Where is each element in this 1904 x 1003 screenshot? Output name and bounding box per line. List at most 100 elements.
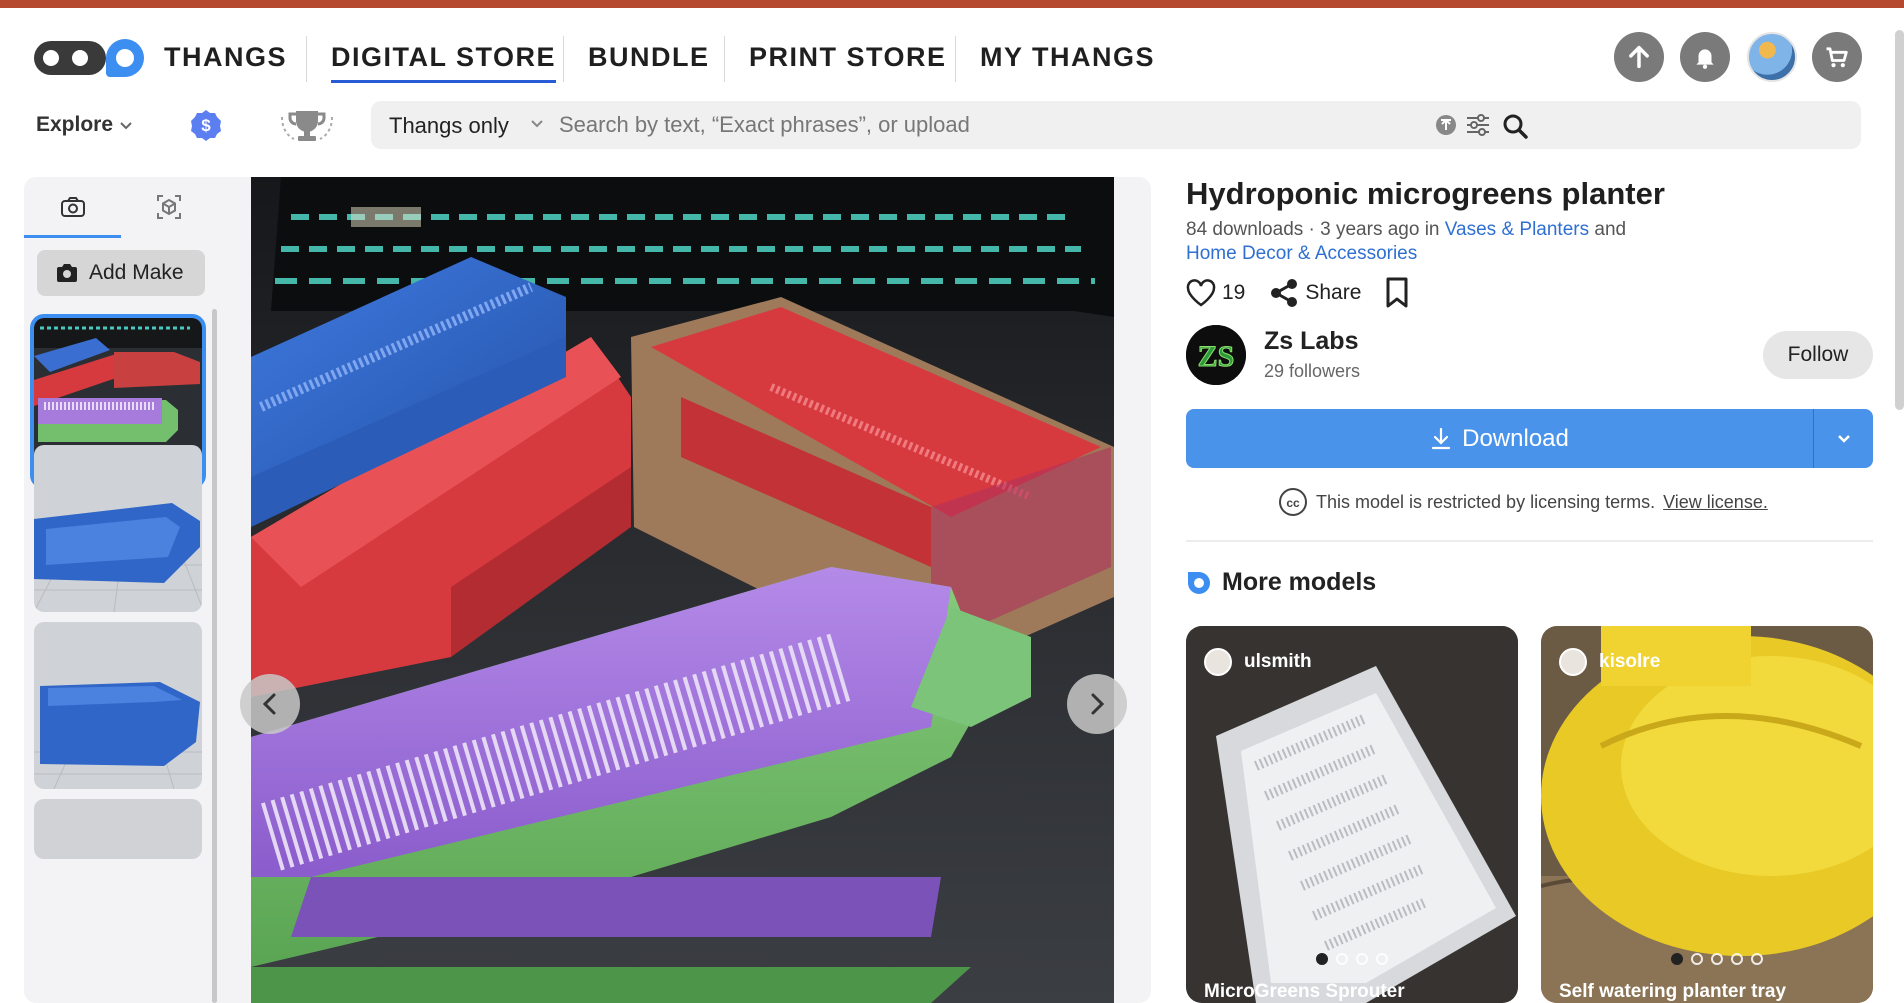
download-options-button[interactable] xyxy=(1813,409,1873,468)
model-card-1[interactable]: ulsmith MicroGreens Sprouter xyxy=(1186,626,1518,1003)
filter-sliders-icon[interactable] xyxy=(1465,113,1491,137)
creative-commons-icon: cc xyxy=(1279,488,1307,516)
model-title: Hydroponic microgreens planter xyxy=(1186,176,1665,211)
svg-text:$: $ xyxy=(201,116,211,135)
chevron-down-icon[interactable] xyxy=(529,115,545,131)
license-text: This model is restricted by licensing te… xyxy=(1316,491,1656,512)
dollar-coin-icon[interactable]: $ xyxy=(190,109,222,141)
download-icon xyxy=(1432,427,1451,449)
license-notice: cc This model is restricted by licensing… xyxy=(1278,487,1768,517)
model-actions: 19 Share xyxy=(1186,276,1433,310)
card-carousel-dots xyxy=(1671,953,1763,965)
thumbnail-scrollbar[interactable] xyxy=(212,309,217,1003)
thangs-mark-icon xyxy=(1188,571,1210,594)
card-image-sprouter xyxy=(1186,626,1518,1003)
upload-button[interactable] xyxy=(1614,32,1664,82)
add-make-button[interactable]: Add Make xyxy=(37,250,205,296)
download-group: Download xyxy=(1186,409,1873,468)
thumb-render-blue-tray xyxy=(34,445,202,612)
view-license-link[interactable]: View license. xyxy=(1663,492,1768,513)
more-models-heading: More models xyxy=(1186,568,1376,597)
card-author-avatar xyxy=(1559,648,1587,676)
add-make-label: Add Make xyxy=(89,261,184,284)
bookmark-icon xyxy=(1386,277,1408,308)
card-author-avatar xyxy=(1204,648,1232,676)
page-scrollbar[interactable] xyxy=(1895,30,1904,410)
user-avatar[interactable] xyxy=(1747,32,1797,82)
cart-button[interactable] xyxy=(1812,32,1862,82)
cart-icon xyxy=(1826,47,1848,68)
section-divider xyxy=(1186,540,1873,542)
chevron-down-icon xyxy=(120,122,132,130)
upload-circle-icon[interactable] xyxy=(1434,113,1458,137)
like-button[interactable]: 19 xyxy=(1186,279,1245,307)
prev-image-button[interactable] xyxy=(240,674,300,734)
card-image-planter-tray xyxy=(1541,626,1873,1003)
meta-and: and xyxy=(1589,219,1627,240)
meta-prefix: 84 downloads · 3 years ago in xyxy=(1186,219,1445,240)
bookmark-button[interactable] xyxy=(1385,277,1409,309)
bell-icon xyxy=(1696,49,1714,69)
thangs-logo[interactable] xyxy=(34,37,146,77)
nav-bundle[interactable]: BUNDLE xyxy=(588,42,710,73)
main-nav: THANGS DIGITAL STORE BUNDLE PRINT STORE … xyxy=(0,8,1904,103)
nav-divider xyxy=(724,36,725,82)
nav-print-store[interactable]: PRINT STORE xyxy=(749,42,947,73)
search-scope-select[interactable]: Thangs only xyxy=(389,113,509,139)
search-bar: Thangs only xyxy=(371,101,1861,149)
search-icon[interactable] xyxy=(1502,113,1528,139)
follow-button[interactable]: Follow xyxy=(1763,331,1873,379)
creator-avatar[interactable]: ZS xyxy=(1186,325,1246,385)
card-author-name: kisolre xyxy=(1599,651,1661,672)
explore-label: Explore xyxy=(36,113,114,136)
planter-photo xyxy=(251,177,1114,1003)
camera-icon xyxy=(61,197,85,217)
creator-name[interactable]: Zs Labs xyxy=(1264,327,1358,356)
model-3d-icon xyxy=(157,195,181,219)
category-link-vases[interactable]: Vases & Planters xyxy=(1445,219,1589,240)
brand-name[interactable]: THANGS xyxy=(164,42,287,73)
trophy-icon[interactable] xyxy=(278,107,336,143)
download-button[interactable]: Download xyxy=(1186,409,1813,468)
notifications-button[interactable] xyxy=(1680,32,1730,82)
share-label: Share xyxy=(1305,281,1362,304)
search-input[interactable] xyxy=(559,107,1709,143)
thumbnail-3[interactable] xyxy=(34,622,202,789)
svg-text:cc: cc xyxy=(1286,496,1300,510)
main-model-image[interactable] xyxy=(251,177,1114,1003)
category-link-home-decor[interactable]: Home Decor & Accessories xyxy=(1186,243,1417,264)
explore-menu[interactable]: Explore xyxy=(36,113,133,137)
heart-icon xyxy=(1186,279,1216,307)
nav-divider xyxy=(306,36,307,82)
card-author[interactable]: ulsmith xyxy=(1204,648,1312,676)
nav-my-thangs[interactable]: MY THANGS xyxy=(980,42,1155,73)
gallery-panel: Add Make xyxy=(24,177,1151,1003)
camera-icon xyxy=(57,264,77,282)
card-author[interactable]: kisolre xyxy=(1559,648,1660,676)
model-card-2[interactable]: kisolre Self watering planter tray xyxy=(1541,626,1873,1003)
tab-photos[interactable] xyxy=(43,189,103,225)
creator-avatar-letters: ZS xyxy=(1198,340,1235,373)
chevron-down-icon xyxy=(1837,434,1850,443)
next-image-button[interactable] xyxy=(1067,674,1127,734)
thumb-render-blue-box xyxy=(34,622,202,789)
active-tab-indicator xyxy=(24,235,121,238)
browser-accent-bar xyxy=(0,0,1904,8)
nav-divider xyxy=(955,36,956,82)
more-models-title: More models xyxy=(1222,568,1377,596)
share-icon xyxy=(1271,279,1298,307)
model-meta: 84 downloads · 3 years ago in Vases & Pl… xyxy=(1186,218,1706,266)
card-carousel-dots xyxy=(1316,953,1388,965)
creator-followers: 29 followers xyxy=(1264,361,1361,381)
download-label: Download xyxy=(1462,424,1569,452)
chevron-left-icon xyxy=(262,693,276,715)
nav-digital-store[interactable]: DIGITAL STORE xyxy=(331,42,557,83)
card-title: Self watering planter tray xyxy=(1559,981,1787,1002)
share-button[interactable]: Share xyxy=(1269,278,1361,308)
thumbnail-4[interactable] xyxy=(34,799,202,859)
card-author-name: ulsmith xyxy=(1244,651,1312,672)
card-title: MicroGreens Sprouter xyxy=(1204,981,1405,1002)
tab-3d-model[interactable] xyxy=(139,189,199,225)
thumbnail-2[interactable] xyxy=(34,445,202,612)
like-count: 19 xyxy=(1222,281,1246,304)
